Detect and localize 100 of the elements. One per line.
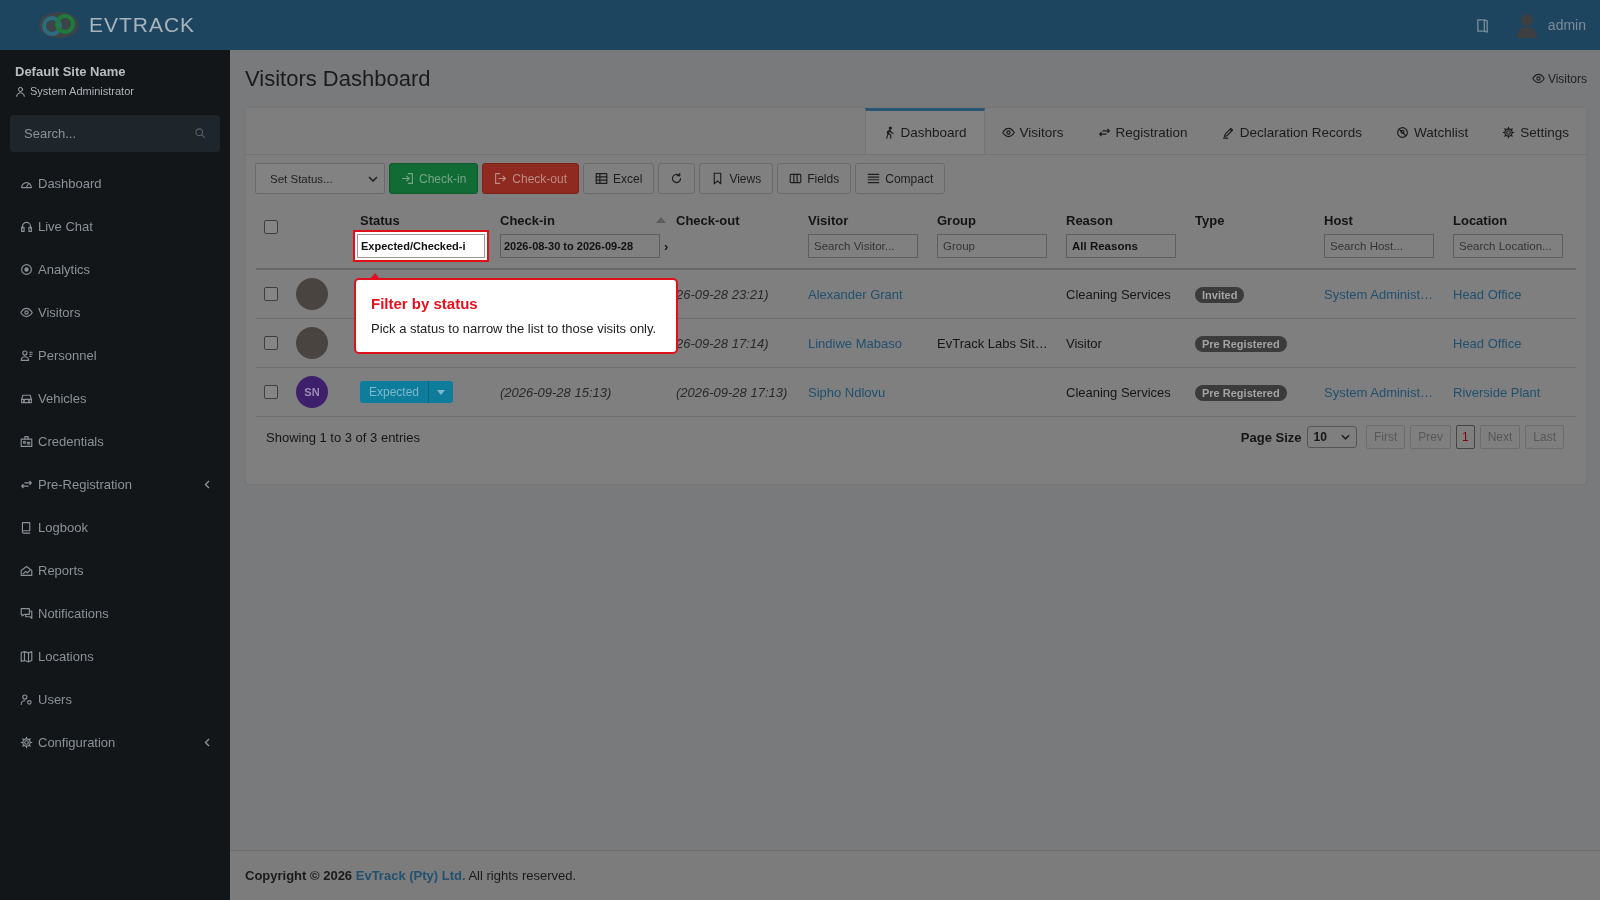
- chevron-icon: [204, 480, 210, 489]
- type-badge: Pre Registered: [1195, 384, 1287, 401]
- filter-field[interactable]: Search Host...: [1324, 234, 1434, 258]
- column-header[interactable]: Check-out: [676, 212, 740, 228]
- gear-icon: [20, 736, 33, 749]
- date-range-field[interactable]: 2026-08-30 to 2026-09-28: [500, 234, 660, 258]
- tab[interactable]: Watchlist: [1378, 108, 1486, 154]
- columns-icon: [789, 172, 803, 185]
- sidebar-item[interactable]: Credentials: [0, 420, 230, 463]
- refresh-button[interactable]: [658, 163, 696, 194]
- prohibited-icon: [1395, 126, 1409, 139]
- refresh-icon: [670, 172, 684, 185]
- filter-field[interactable]: Expected/Checked-i: [357, 234, 485, 258]
- eye-icon: [20, 306, 33, 319]
- filter-field[interactable]: Group: [937, 234, 1047, 258]
- tab[interactable]: Dashboard: [864, 108, 985, 154]
- excel-button[interactable]: Excel: [583, 163, 655, 194]
- photo-placeholder: [296, 278, 328, 310]
- tab[interactable]: Settings: [1485, 108, 1586, 154]
- filter-field[interactable]: All Reasons: [1066, 234, 1176, 258]
- sidebar-item[interactable]: Analytics: [0, 248, 230, 291]
- column-header[interactable]: Location: [1453, 212, 1508, 228]
- sign-out-icon: [494, 172, 508, 185]
- tab[interactable]: Visitors: [984, 108, 1081, 154]
- column-header[interactable]: Visitor: [808, 212, 849, 228]
- column-header[interactable]: Host: [1324, 212, 1353, 228]
- page-button[interactable]: 1: [1455, 425, 1475, 449]
- user-role: System Administrator: [30, 85, 134, 97]
- next-range-button[interactable]: ›: [664, 238, 669, 254]
- page-title: Visitors Dashboard: [245, 65, 431, 92]
- fields-button[interactable]: Fields: [777, 163, 852, 194]
- table-cell: Cleaning Services: [1066, 286, 1171, 302]
- column-header[interactable]: Type: [1195, 212, 1225, 228]
- sidebar-item[interactable]: Vehicles: [0, 377, 230, 420]
- map-icon: [20, 650, 33, 663]
- caret-icon: [437, 389, 446, 395]
- arrows-icon: [20, 478, 33, 491]
- views-button[interactable]: Views: [699, 163, 774, 194]
- sidebar-item[interactable]: Visitors: [0, 291, 230, 334]
- eye-icon: [1001, 126, 1015, 139]
- time-text: 26-09-28 23:21): [676, 286, 769, 302]
- sidebar-item[interactable]: Configuration: [0, 721, 230, 764]
- row-checkbox[interactable]: [264, 336, 278, 350]
- entries-summary: Showing 1 to 3 of 3 entries: [266, 429, 420, 445]
- sidebar-item[interactable]: Logbook: [0, 506, 230, 549]
- sidebar-item[interactable]: Personnel: [0, 334, 230, 377]
- row-checkbox[interactable]: [264, 385, 278, 399]
- tab[interactable]: Declaration Records: [1204, 108, 1379, 154]
- filter-field[interactable]: Search Visitor...: [808, 234, 918, 258]
- time-text: (2026-09-28 15:13): [500, 384, 612, 400]
- tab[interactable]: Registration: [1080, 108, 1205, 154]
- person-icon: [20, 349, 33, 362]
- check-in-button[interactable]: Check-in: [389, 163, 479, 194]
- check-out-button[interactable]: Check-out: [482, 163, 580, 194]
- popover-text: Pick a status to narrow the list to those visits only.: [371, 321, 658, 336]
- breadcrumb-link[interactable]: Visitors: [1547, 71, 1587, 86]
- select-all-checkbox[interactable]: [264, 220, 278, 234]
- column-header[interactable]: Check-in: [500, 212, 666, 228]
- id-card-icon: [20, 435, 33, 448]
- set-status-dropdown[interactable]: Set Status...: [255, 163, 385, 194]
- list-icon: [867, 172, 881, 185]
- sidebar-item[interactable]: Locations: [0, 635, 230, 678]
- logo-text: EVTRACK: [88, 13, 196, 37]
- pen-icon: [1221, 126, 1235, 139]
- sidebar-item[interactable]: Reports: [0, 549, 230, 592]
- table-cell: Cleaning Services: [1066, 384, 1171, 400]
- column-header[interactable]: Status: [360, 212, 400, 228]
- sort-arrow-icon: [656, 217, 666, 223]
- sidebar-item[interactable]: Dashboard: [0, 162, 230, 205]
- column-header[interactable]: Group: [937, 212, 976, 228]
- username: admin: [1547, 17, 1586, 33]
- popover-title: Filter by status: [371, 295, 479, 312]
- door-icon: [1474, 17, 1490, 33]
- page-size-label: Page Size: [1240, 429, 1302, 445]
- type-badge: Pre Registered: [1195, 335, 1287, 352]
- page-size-select[interactable]: 10: [1306, 426, 1357, 448]
- sidebar-search-field[interactable]: Search...: [10, 115, 220, 152]
- column-header[interactable]: Reason: [1066, 212, 1113, 228]
- chevron-icon: [204, 738, 210, 747]
- sidebar-item[interactable]: Live Chat: [0, 205, 230, 248]
- chevron-down-icon: [368, 175, 378, 182]
- table-cell: Visitor: [1066, 335, 1102, 351]
- row-checkbox[interactable]: [264, 287, 278, 301]
- filter-field[interactable]: Search Location...: [1453, 234, 1563, 258]
- photo-placeholder: [296, 327, 328, 359]
- user-silhouette-icon: [1515, 12, 1538, 38]
- user-gear-icon: [20, 693, 33, 706]
- sidebar-item[interactable]: Notifications: [0, 592, 230, 635]
- sidebar-item[interactable]: Users: [0, 678, 230, 721]
- sidebar-item[interactable]: Pre-Registration: [0, 463, 230, 506]
- time-text: (2026-09-28 17:13): [676, 384, 788, 400]
- table-cell: EvTrack Labs Sit…: [937, 335, 1048, 351]
- copyright-text: Copyright © 2026 EvTrack (Pty) Ltd. All rights reserved.: [245, 868, 577, 883]
- eye-icon: [1531, 72, 1545, 85]
- user-icon: [15, 85, 26, 97]
- house-icon: [20, 564, 33, 577]
- chat-icon: [20, 607, 33, 620]
- compact-button[interactable]: Compact: [855, 163, 946, 194]
- status-dropdown-button[interactable]: [428, 381, 454, 403]
- arrows-icon: [1097, 126, 1111, 139]
